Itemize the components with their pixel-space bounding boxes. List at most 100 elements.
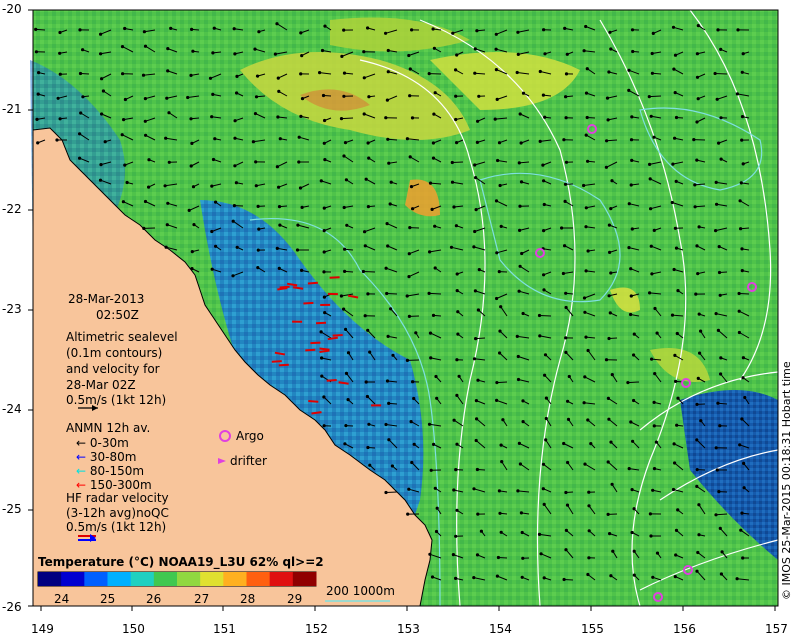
velocity-arrow-head xyxy=(78,28,82,32)
velocity-arrow-head xyxy=(474,208,478,212)
altimetry-line: 28-Mar 02Z xyxy=(66,378,136,392)
velocity-arrow-head xyxy=(697,312,701,316)
velocity-arrow-head xyxy=(647,95,651,99)
velocity-arrow-head xyxy=(187,208,191,212)
hf-radar-arrow xyxy=(326,379,337,382)
velocity-arrow-head xyxy=(608,532,612,536)
colorbar-segment xyxy=(269,572,294,586)
velocity-arrow-head xyxy=(583,462,587,466)
velocity-arrow-head xyxy=(586,159,590,163)
velocity-arrow-head xyxy=(430,575,435,579)
velocity-arrow-head xyxy=(564,160,569,164)
velocity-arrow-head xyxy=(606,460,610,464)
velocity-arrow-head xyxy=(676,508,680,512)
velocity-arrow-head xyxy=(740,417,744,421)
velocity-arrow-head xyxy=(521,420,525,424)
velocity-arrow-head xyxy=(455,53,459,57)
velocity-arrow-head xyxy=(212,26,216,30)
velocity-arrow-head xyxy=(610,482,614,486)
velocity-arrow-head xyxy=(346,398,350,402)
velocity-arrow-head xyxy=(586,348,590,353)
velocity-arrow-head xyxy=(717,490,721,494)
colorbar-tick: 25 xyxy=(100,592,116,606)
velocity-arrow-head xyxy=(608,30,612,34)
velocity-arrow-head xyxy=(542,288,546,292)
velocity-arrow-head xyxy=(407,275,411,279)
velocity-arrow-head xyxy=(277,185,281,189)
velocity-arrow-head xyxy=(695,120,699,124)
velocity-arrow-head xyxy=(278,223,282,227)
velocity-arrow-head xyxy=(189,117,193,121)
velocity-arrow-head xyxy=(674,379,678,383)
velocity-arrow-head xyxy=(99,163,103,167)
colorbar-tick: 26 xyxy=(146,592,162,606)
velocity-arrow-head xyxy=(538,334,542,338)
velocity-arrow-head xyxy=(475,29,479,33)
anmn-label: 80-150m xyxy=(89,464,145,478)
velocity-arrow-head xyxy=(693,205,697,209)
velocity-arrow-head xyxy=(253,112,258,116)
velocity-arrow-head xyxy=(714,180,718,184)
velocity-arrow-head xyxy=(454,224,458,228)
velocity-arrow-head xyxy=(474,337,478,341)
velocity-arrow-head xyxy=(343,442,347,446)
velocity-arrow-head xyxy=(737,330,742,335)
velocity-arrow-head xyxy=(537,532,542,537)
velocity-arrow-head xyxy=(144,133,148,137)
colorbar-segment xyxy=(130,572,155,586)
velocity-arrow-head xyxy=(408,226,412,230)
drifter-label: drifter xyxy=(230,454,267,468)
velocity-arrow-head xyxy=(608,311,612,315)
velocity-arrow-head xyxy=(454,94,458,98)
velocity-arrow-head xyxy=(384,422,388,427)
lat-label: -21 xyxy=(2,102,22,116)
velocity-arrow-head xyxy=(405,294,409,298)
velocity-arrow-head xyxy=(518,264,522,268)
velocity-arrow-head xyxy=(654,440,659,444)
velocity-arrow-head xyxy=(346,351,351,355)
velocity-arrow-head xyxy=(517,289,521,293)
velocity-arrow-head xyxy=(743,395,747,400)
anmn-label: 30-80m xyxy=(89,450,137,464)
anmn-item: ← 80-150m xyxy=(76,464,144,479)
velocity-arrow-head xyxy=(541,462,546,466)
velocity-arrow-head xyxy=(716,401,720,405)
velocity-arrow-head xyxy=(696,272,700,276)
anmn-item: ← 0-30m xyxy=(76,436,129,451)
velocity-arrow-head xyxy=(521,556,525,560)
velocity-arrow-head xyxy=(366,205,370,209)
velocity-arrow-head xyxy=(475,417,479,421)
velocity-arrow-head xyxy=(384,266,388,270)
velocity-arrow-head xyxy=(164,245,168,249)
velocity-arrow-head xyxy=(584,206,588,210)
velocity-arrow-head xyxy=(434,374,438,379)
velocity-arrow-head xyxy=(99,52,103,56)
velocity-arrow-head xyxy=(735,577,739,581)
velocity-arrow-head xyxy=(210,115,214,119)
velocity-arrow-head xyxy=(607,294,611,298)
velocity-arrow xyxy=(385,491,398,493)
lon-label: 154 xyxy=(489,622,512,636)
velocity-arrow-head xyxy=(719,372,723,376)
velocity-arrow-head xyxy=(648,291,652,295)
velocity-arrow-head xyxy=(367,422,371,426)
velocity-arrow-head xyxy=(477,94,481,98)
velocity-arrow-head xyxy=(587,556,591,560)
velocity-arrow-head xyxy=(344,327,348,331)
velocity-arrow-head xyxy=(630,115,634,119)
velocity-arrow xyxy=(539,315,552,317)
velocity-arrow-head xyxy=(494,68,498,72)
velocity-arrow-head xyxy=(652,467,657,471)
velocity-arrow-head xyxy=(629,294,633,298)
anmn-swatch: ← xyxy=(76,436,87,450)
velocity-arrow-head xyxy=(718,293,722,297)
velocity-arrow-head xyxy=(586,572,590,577)
velocity-arrow-head xyxy=(456,310,460,314)
velocity-arrow-head xyxy=(541,93,546,97)
velocity-arrow-head xyxy=(190,267,194,271)
velocity-arrow-head xyxy=(277,205,282,209)
velocity-arrow-head xyxy=(339,117,344,121)
velocity-arrow-head xyxy=(451,553,455,557)
velocity-arrow-head xyxy=(739,227,743,231)
velocity-arrow-head xyxy=(142,30,146,34)
